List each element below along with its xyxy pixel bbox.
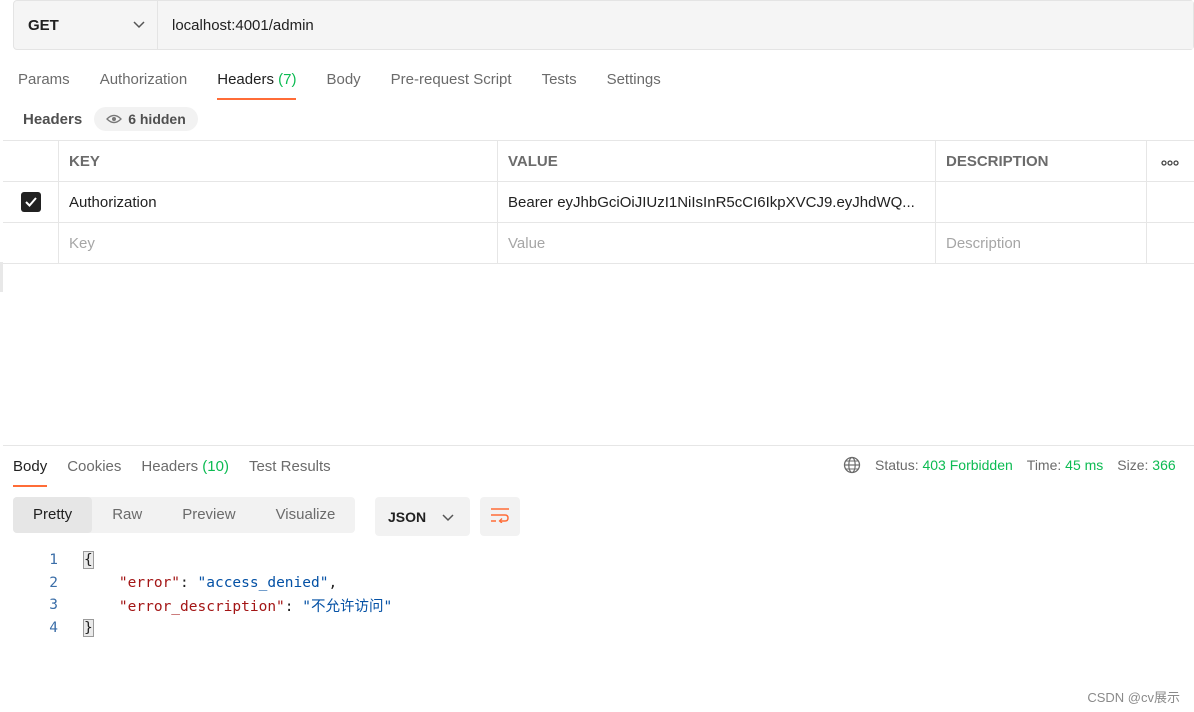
new-value-input[interactable]: Value — [498, 223, 936, 263]
size-label: Size: — [1117, 457, 1149, 473]
json-key: "error" — [118, 574, 181, 591]
response-status: Status: 403 Forbidden Time: 45 ms Size: … — [843, 456, 1190, 474]
tab-label: Headers — [217, 71, 274, 88]
row-spacer — [1147, 182, 1193, 222]
header-key-input[interactable]: Authorization — [59, 182, 498, 222]
view-pretty-button[interactable]: Pretty — [13, 497, 93, 533]
tab-body[interactable]: Body — [326, 66, 360, 100]
header-enabled-checkbox[interactable] — [20, 192, 41, 212]
format-select[interactable]: JSON — [375, 497, 470, 536]
tab-response-cookies[interactable]: Cookies — [67, 453, 121, 487]
headers-title: Headers — [23, 110, 83, 128]
tab-pre-request-script[interactable]: Pre-request Script — [391, 66, 512, 100]
time-value: 45 ms — [1065, 457, 1104, 473]
request-tabs: Params Authorization Headers (7) Body Pr… — [18, 66, 691, 100]
tab-test-results[interactable]: Test Results — [249, 453, 331, 487]
header-description-input[interactable] — [936, 182, 1147, 222]
chevron-down-icon — [133, 18, 145, 32]
open-brace: { — [83, 551, 94, 570]
json-key: "error_description" — [118, 598, 285, 615]
code-line: 2 "error": "access_denied", — [0, 572, 392, 595]
tab-tests[interactable]: Tests — [542, 66, 577, 100]
line-number: 1 — [49, 552, 58, 569]
hidden-headers-toggle[interactable]: 6 hidden — [94, 107, 198, 131]
new-description-input[interactable]: Description — [936, 223, 1147, 263]
tab-label: Test Results — [248, 458, 331, 475]
tab-label: Tests — [541, 71, 577, 88]
tab-count: (10) — [202, 458, 229, 475]
tab-label: Pre-request Script — [390, 71, 512, 88]
headers-toolbar: Headers 6 hidden — [23, 107, 198, 131]
column-header-value: VALUE — [498, 141, 936, 181]
tab-label: Settings — [606, 71, 661, 88]
wrap-lines-button[interactable] — [480, 497, 520, 536]
size-value: 366 — [1152, 457, 1176, 473]
format-label: JSON — [388, 508, 427, 525]
status-code[interactable]: Status: 403 Forbidden — [875, 457, 1013, 473]
row-spacer — [1147, 223, 1193, 263]
wrap-lines-icon — [490, 507, 510, 527]
tab-label: Params — [18, 71, 70, 88]
tab-label: Headers — [141, 458, 199, 475]
line-number: 3 — [49, 597, 58, 614]
code-line: 1 { — [0, 549, 392, 572]
method-select[interactable]: GET — [14, 1, 158, 49]
watermark: CSDN @cv展示 — [1087, 690, 1180, 705]
status-label: Status: — [875, 457, 919, 473]
code-line: 4 } — [0, 617, 392, 640]
headers-table: KEY VALUE DESCRIPTION Authorization Bear… — [3, 140, 1194, 264]
view-preview-button[interactable]: Preview — [162, 497, 255, 533]
json-value: "不允许访问" — [302, 598, 393, 615]
view-raw-button[interactable]: Raw — [92, 497, 162, 533]
tab-headers[interactable]: Headers (7) — [217, 66, 297, 100]
close-brace: } — [83, 618, 94, 637]
row-checkbox-cell — [3, 223, 59, 263]
tab-label: Body — [326, 71, 361, 88]
more-options-button[interactable] — [1147, 141, 1193, 181]
line-number: 4 — [49, 619, 58, 636]
view-mode-selector: Pretty Raw Preview Visualize — [13, 497, 356, 533]
table-row-new: Key Value Description — [3, 223, 1194, 264]
tab-label: Body — [13, 458, 48, 475]
tab-response-body[interactable]: Body — [13, 453, 48, 487]
json-comma: , — [328, 574, 338, 591]
hidden-count-label: 6 hidden — [128, 111, 186, 127]
table-header-row: KEY VALUE DESCRIPTION — [3, 141, 1194, 182]
eye-icon — [106, 114, 123, 124]
response-body-code[interactable]: 1 { 2 "error": "access_denied", 3 "error… — [0, 549, 392, 639]
header-check-cell — [3, 141, 59, 181]
row-checkbox-cell — [3, 182, 59, 222]
response-time[interactable]: Time: 45 ms — [1027, 457, 1104, 473]
column-header-key: KEY — [59, 141, 498, 181]
globe-icon[interactable] — [843, 456, 861, 474]
method-label: GET — [28, 16, 59, 34]
code-line: 3 "error_description": "不允许访问" — [0, 594, 392, 617]
url-text: localhost:4001/admin — [172, 16, 314, 34]
time-label: Time: — [1026, 457, 1062, 473]
table-row: Authorization Bearer eyJhbGciOiJIUzI1NiI… — [3, 182, 1194, 223]
tab-label: Authorization — [99, 71, 188, 88]
header-value-input[interactable]: Bearer eyJhbGciOiJIUzI1NiIsInR5cCI6IkpXV… — [498, 182, 936, 222]
url-bar: GET localhost:4001/admin — [13, 0, 1194, 50]
tab-label: Cookies — [67, 458, 122, 475]
tab-settings[interactable]: Settings — [607, 66, 661, 100]
chevron-down-icon — [442, 509, 454, 525]
new-key-input[interactable]: Key — [59, 223, 498, 263]
tab-count: (7) — [278, 71, 297, 88]
response-tabs: Body Cookies Headers (10) Test Results — [13, 453, 351, 487]
tab-params[interactable]: Params — [18, 66, 70, 100]
checkmark-icon — [24, 197, 37, 207]
status-value: 403 Forbidden — [922, 457, 1013, 473]
pane-divider[interactable] — [3, 445, 1194, 446]
response-size[interactable]: Size: 366 — [1117, 457, 1175, 473]
more-dots-icon — [1161, 153, 1179, 169]
tab-authorization[interactable]: Authorization — [100, 66, 188, 100]
line-number: 2 — [49, 574, 58, 591]
column-header-description: DESCRIPTION — [936, 141, 1147, 181]
pane-edge — [0, 262, 3, 292]
tab-response-headers[interactable]: Headers (10) — [141, 453, 229, 487]
view-visualize-button[interactable]: Visualize — [256, 497, 356, 533]
url-input[interactable]: localhost:4001/admin — [158, 1, 1193, 49]
json-value: "access_denied" — [197, 574, 329, 591]
